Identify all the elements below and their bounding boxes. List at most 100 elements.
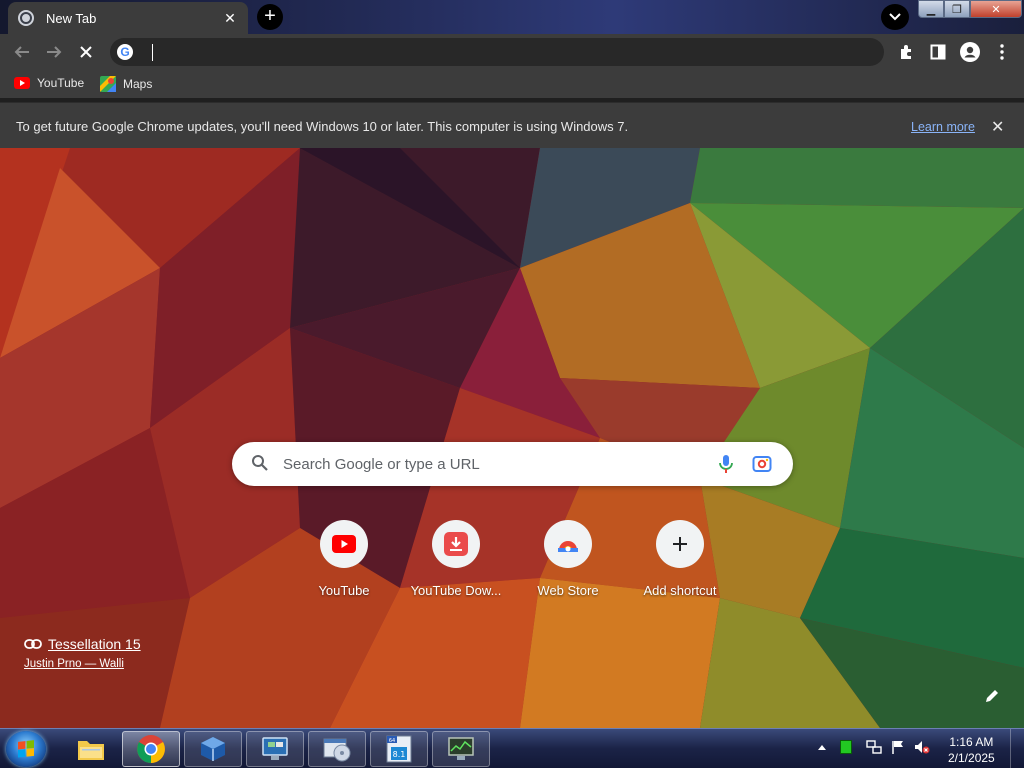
chevron-up-icon [818, 745, 826, 750]
infobar-close-icon[interactable]: ✕ [991, 117, 1004, 137]
taskbar-clock[interactable]: 1:16 AM 2/1/2025 [948, 734, 995, 766]
search-icon [252, 455, 268, 471]
title-bar: New Tab ✕ + ▁ ❐ ✕ [0, 0, 1024, 34]
chevron-down-icon [889, 13, 901, 21]
shortcut-label: Add shortcut [643, 583, 717, 598]
shortcut-label: YouTube Dow... [410, 583, 502, 598]
shortcut-tile [656, 520, 704, 568]
flag-icon [892, 741, 903, 754]
folder-icon [78, 741, 104, 760]
taskbar-explorer[interactable] [62, 731, 120, 767]
tab-title: New Tab [46, 10, 97, 26]
tessellation-background [0, 148, 1024, 728]
learn-more-link[interactable]: Learn more [911, 120, 975, 134]
window-controls: ▁ ❐ ✕ [918, 0, 1022, 18]
shortcut-label: Web Store [537, 583, 599, 598]
browser-toolbar: G [0, 34, 1024, 70]
taskbar-windows-81-vm[interactable]: 64 8.1 [370, 731, 428, 767]
green-status-icon [840, 740, 852, 754]
add-shortcut-button[interactable]: Add shortcut [624, 520, 736, 598]
network-icon [866, 740, 882, 754]
update-infobar: To get future Google Chrome updates, you… [0, 102, 1024, 148]
puzzle-icon [901, 45, 911, 59]
avatar-icon [960, 42, 980, 62]
close-icon [80, 46, 92, 58]
pencil-icon[interactable] [984, 688, 1000, 704]
clock-date: 2/1/2025 [948, 751, 995, 765]
show-desktop-button[interactable] [1010, 729, 1024, 768]
tray-status-indicator[interactable] [838, 739, 854, 755]
microphone-icon[interactable] [718, 454, 734, 474]
shortcut-web-store[interactable]: Web Store [512, 520, 624, 598]
taskbar-chrome[interactable] [122, 731, 180, 767]
attribution-title-link[interactable]: Tessellation 15 [24, 636, 141, 652]
remote-desktop-icon [262, 737, 288, 760]
bookmark-label: Maps [123, 77, 153, 91]
menu-button[interactable] [992, 42, 1012, 62]
text-cursor [152, 44, 153, 61]
svg-text:64: 64 [389, 738, 395, 744]
shortcut-youtube-downloader[interactable]: YouTube Dow... [400, 520, 512, 598]
maps-icon [100, 76, 116, 92]
search-box[interactable]: Search Google or type a URL [232, 442, 793, 486]
start-button[interactable] [6, 731, 46, 767]
attribution-title: Tessellation 15 [48, 636, 141, 652]
arrow-right-icon [47, 46, 62, 58]
download-icon [444, 532, 468, 556]
speaker-muted-icon [915, 741, 930, 754]
google-icon: G [117, 44, 133, 60]
side-panel-icon [930, 44, 946, 60]
disc-window-icon [323, 738, 351, 762]
taskbar-task-manager[interactable] [432, 731, 490, 767]
taskbar-remote-desktop[interactable] [246, 731, 304, 767]
tab-search-button[interactable] [881, 4, 909, 30]
taskbar-media-app[interactable] [308, 731, 366, 767]
tab-new-tab[interactable]: New Tab ✕ [8, 2, 248, 34]
windows-81-icon: 648.1 [386, 735, 412, 763]
bookmark-maps[interactable]: Maps [100, 76, 152, 92]
profile-button[interactable] [960, 42, 980, 62]
shortcut-tile [432, 520, 480, 568]
bookmarks-bar: YouTube Maps [0, 70, 1024, 98]
shortcut-tile [320, 520, 368, 568]
shortcut-youtube[interactable]: YouTube [288, 520, 400, 598]
youtube-icon [332, 535, 356, 553]
show-hidden-icons-button[interactable] [814, 739, 830, 755]
infobar-message: To get future Google Chrome updates, you… [16, 119, 629, 134]
monitor-chart-icon [448, 737, 474, 760]
shortcut-tile [544, 520, 592, 568]
more-vertical-icon [1000, 44, 1004, 60]
windows-taskbar: 64 8.1 1:16 AM 2/1/2025 [0, 728, 1024, 768]
tab-close-icon[interactable]: ✕ [222, 10, 238, 26]
attribution-author-link[interactable]: Justin Prno — Walli [24, 658, 141, 670]
side-panel-button[interactable] [928, 42, 948, 62]
bookmark-label: YouTube [37, 76, 85, 90]
shortcut-label: YouTube [318, 583, 370, 598]
stop-button[interactable] [75, 41, 97, 63]
google-lens-icon[interactable] [752, 454, 772, 474]
tray-action-center[interactable] [890, 739, 906, 755]
minimize-button[interactable]: ▁ [918, 0, 944, 18]
address-bar[interactable]: G [110, 38, 884, 66]
back-button[interactable] [11, 41, 33, 63]
search-placeholder: Search Google or type a URL [283, 456, 480, 473]
forward-button[interactable] [43, 41, 65, 63]
link-icon [24, 639, 42, 649]
new-tab-button[interactable]: + [257, 4, 283, 30]
arrow-left-icon [14, 46, 29, 58]
extensions-button[interactable] [896, 42, 916, 62]
clock-time: 1:16 AM [949, 735, 994, 749]
bookmark-youtube[interactable]: YouTube [14, 76, 84, 90]
taskbar-virtualbox[interactable] [184, 731, 242, 767]
new-tab-page: Search Google or type a URL YouTube YouT… [0, 148, 1024, 728]
restore-button[interactable]: ❐ [944, 0, 970, 18]
background-attribution: Tessellation 15 Justin Prno — Walli [24, 636, 141, 670]
svg-text:8.1: 8.1 [393, 750, 406, 759]
tray-network[interactable] [866, 739, 882, 755]
chrome-web-store-icon [558, 541, 578, 552]
virtualbox-icon [201, 737, 225, 761]
window-close-button[interactable]: ✕ [970, 0, 1022, 18]
chrome-favicon-icon [18, 10, 34, 26]
youtube-icon [14, 77, 30, 89]
tray-volume-muted[interactable] [914, 739, 930, 755]
